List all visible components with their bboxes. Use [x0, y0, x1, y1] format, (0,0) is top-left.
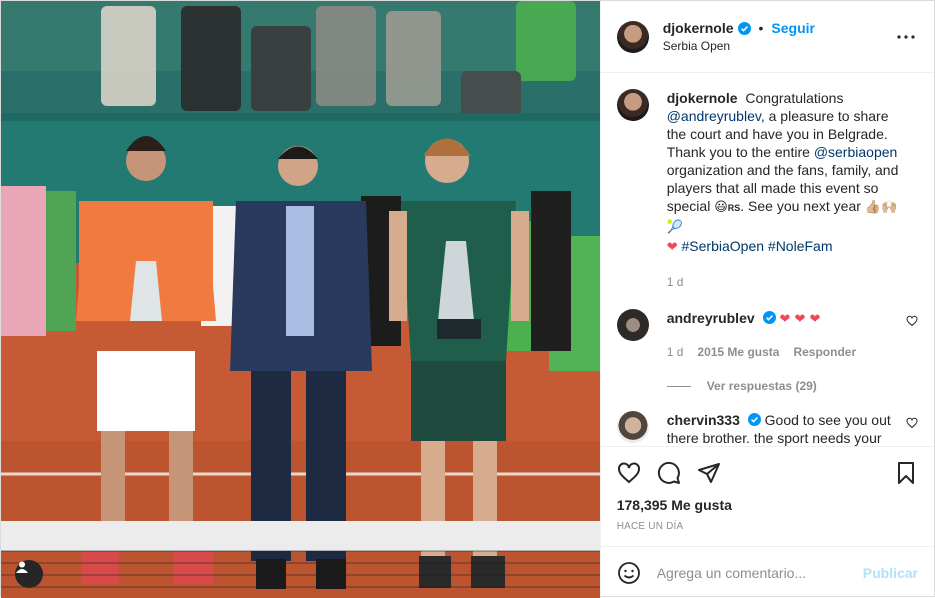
- commenter-username[interactable]: andreyrublev: [667, 310, 755, 326]
- post-actions: 178,395 Me gusta HACE UN DÍA: [600, 446, 934, 546]
- emoji-icon[interactable]: [617, 561, 641, 585]
- author-avatar[interactable]: [616, 20, 649, 53]
- comment-item: andreyrublev ❤ ❤ ❤ 1 d 2015 Me gusta Res…: [616, 309, 918, 361]
- post-caption: djokernole Congratulations @andreyrublev…: [616, 89, 918, 291]
- commenter-avatar[interactable]: [616, 411, 649, 443]
- verified-badge-icon: [762, 311, 776, 324]
- post-photo[interactable]: [1, 1, 600, 598]
- caption-text-1: Congratulations: [745, 90, 844, 106]
- post-side-panel: djokernole • Seguir Serbia Open djokerno…: [599, 1, 934, 598]
- mention-serbiaopen[interactable]: @serbiaopen: [814, 144, 898, 160]
- view-replies-label: Ver respuestas (29): [706, 379, 817, 393]
- verified-badge-icon: [737, 21, 751, 35]
- author-username[interactable]: djokernole: [663, 20, 734, 36]
- comment-icon[interactable]: [657, 461, 681, 485]
- caption-hashtags[interactable]: #SerbiaOpen #NoleFam: [682, 238, 833, 254]
- view-replies-button[interactable]: Ver respuestas (29): [666, 379, 918, 393]
- grin-emoji: 😃: [714, 200, 728, 215]
- bookmark-icon[interactable]: [894, 461, 918, 485]
- caption-text-4: . See you next year: [740, 198, 865, 214]
- commenter-avatar[interactable]: [616, 309, 649, 341]
- paper-plane-icon[interactable]: [697, 461, 721, 485]
- more-options-icon[interactable]: [894, 25, 918, 49]
- reply-button[interactable]: Responder: [793, 343, 856, 361]
- mention-andreyrublev[interactable]: @andreyrublev: [667, 108, 761, 124]
- comment-like-heart-icon[interactable]: [906, 417, 918, 429]
- caption-username[interactable]: djokernole: [667, 90, 738, 106]
- ceremony-photo-illustration: [1, 1, 600, 598]
- comments-list[interactable]: djokernole Congratulations @andreyrublev…: [601, 73, 934, 446]
- publish-comment-button[interactable]: Publicar: [863, 565, 918, 581]
- comment-text: ❤ ❤ ❤: [779, 312, 821, 327]
- red-heart-emoji: ❤: [666, 240, 678, 255]
- add-comment-bar: Publicar: [600, 546, 934, 598]
- comment-time[interactable]: 1 d: [667, 343, 684, 361]
- follow-button[interactable]: Seguir: [771, 20, 815, 36]
- post-location[interactable]: Serbia Open: [663, 39, 894, 53]
- rs-flag-emoji: RS: [727, 203, 741, 213]
- likes-count[interactable]: 178,395 Me gusta: [617, 497, 918, 513]
- user-tag-icon[interactable]: [15, 560, 43, 588]
- post-timestamp[interactable]: HACE UN DÍA: [617, 521, 918, 532]
- caption-time[interactable]: 1 d: [667, 273, 684, 291]
- header-separator: •: [758, 20, 764, 36]
- replies-divider: [666, 385, 691, 387]
- caption-author-avatar[interactable]: [616, 89, 649, 121]
- post-header: djokernole • Seguir Serbia Open: [600, 1, 934, 73]
- instagram-post: djokernole • Seguir Serbia Open djokerno…: [0, 0, 935, 598]
- comment-likes[interactable]: 2015 Me gusta: [697, 343, 779, 361]
- comment-input[interactable]: [656, 564, 863, 581]
- heart-icon[interactable]: [617, 461, 641, 485]
- comment-item: chervin333 Good to see you out there bro…: [616, 411, 918, 446]
- commenter-username[interactable]: chervin333: [667, 412, 740, 428]
- verified-badge-icon: [747, 413, 761, 426]
- comment-like-heart-icon[interactable]: [906, 315, 918, 327]
